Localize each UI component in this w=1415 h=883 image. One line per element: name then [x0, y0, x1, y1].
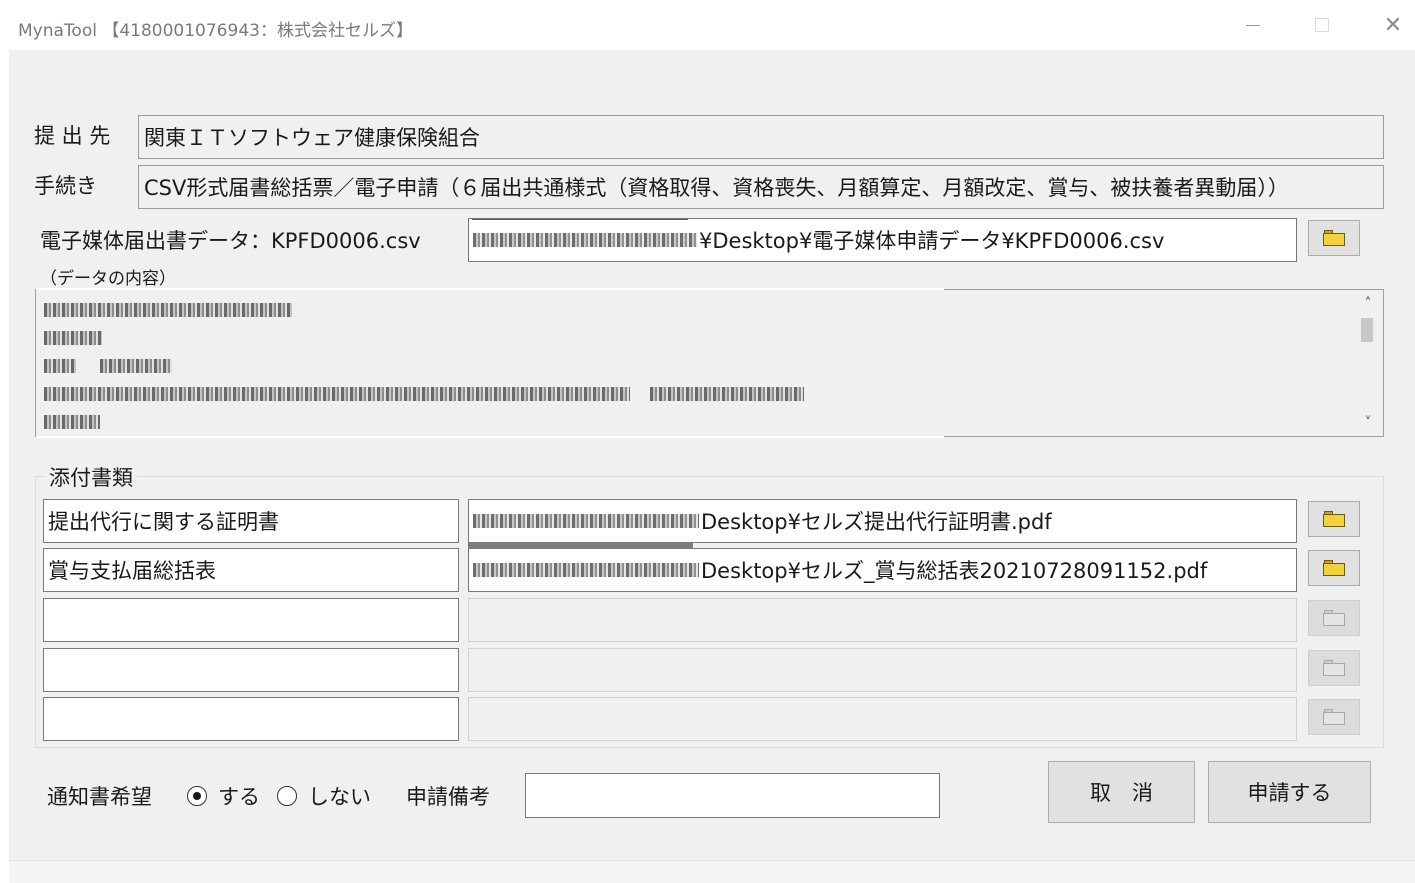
attachment-path-1: Desktop¥セルズ提出代行証明書.pdf: [701, 510, 1052, 534]
scroll-up-icon[interactable]: ˄: [1353, 293, 1383, 315]
scroll-thumb[interactable]: [1361, 318, 1373, 342]
attachment-path-field-5: [468, 697, 1297, 741]
procedure-field: CSV形式届書総括票／電子申請（６届出共通様式（資格取得、資格喪失、月額算定、月…: [138, 165, 1384, 209]
close-button[interactable]: ✕: [1370, 8, 1415, 42]
browse-attachment-button-2[interactable]: [1308, 550, 1360, 586]
attachment-path-field-2[interactable]: Desktop¥セルズ_賞与総括表20210728091152.pdf: [468, 548, 1297, 592]
redacted-path-prefix: [473, 563, 699, 577]
redacted-line: [44, 296, 806, 324]
content-top-edge: [36, 288, 944, 290]
data-content-label: （データの内容）: [40, 269, 176, 289]
remarks-label: 申請備考: [406, 785, 490, 809]
folder-icon: [1323, 230, 1345, 246]
attachment-name-field-3[interactable]: [43, 598, 459, 642]
content-bottom-edge: [36, 436, 944, 438]
scroll-down-icon[interactable]: ˅: [1353, 412, 1383, 434]
media-path-field[interactable]: ¥Desktop¥電子媒体申請データ¥KPFD0006.csv: [468, 218, 1297, 262]
redacted-line: [44, 324, 806, 352]
notice-request-label: 通知書希望: [47, 785, 152, 809]
folder-icon: [1323, 511, 1345, 527]
attachment-name-1: 提出代行に関する証明書: [48, 510, 279, 534]
attachment-path-field-1[interactable]: Desktop¥セルズ提出代行証明書.pdf: [468, 499, 1297, 543]
minimize-icon: [1246, 24, 1260, 26]
submit-to-value: 関東ＩＴソフトウェア健康保険組合: [144, 126, 480, 150]
folder-icon: [1323, 660, 1345, 676]
remarks-input[interactable]: [525, 773, 940, 818]
browse-attachment-button-1[interactable]: [1308, 501, 1360, 537]
redacted-path-prefix: [473, 233, 697, 247]
attachment-name-field-2[interactable]: 賞与支払届総括表: [43, 548, 459, 592]
redacted-content-lines: [44, 296, 806, 436]
procedure-label: 手続き: [34, 174, 97, 198]
data-content-textarea[interactable]: ˄ ˅: [35, 288, 1384, 438]
folder-icon: [1323, 560, 1345, 576]
maximize-icon: [1315, 18, 1329, 32]
apply-button[interactable]: 申請する: [1208, 761, 1371, 823]
browse-attachment-button-4: [1308, 650, 1360, 686]
redacted-path-prefix: [473, 514, 699, 528]
browse-attachment-button-5: [1308, 699, 1360, 735]
maximize-button: [1299, 8, 1345, 42]
vertical-scrollbar[interactable]: ˄ ˅: [1353, 290, 1383, 436]
folder-icon: [1323, 610, 1345, 626]
minimize-button[interactable]: [1230, 8, 1276, 42]
attachment-path-field-3: [468, 598, 1297, 642]
attachment-name-field-5[interactable]: [43, 697, 459, 741]
redaction-mark: [472, 219, 688, 220]
attachment-path-2: Desktop¥セルズ_賞与総括表20210728091152.pdf: [701, 559, 1208, 583]
notice-no-radio[interactable]: [277, 786, 297, 806]
submit-to-label: 提 出 先: [34, 124, 111, 148]
procedure-value: CSV形式届書総括票／電子申請（６届出共通様式（資格取得、資格喪失、月額算定、月…: [144, 176, 1289, 200]
submit-to-field: 関東ＩＴソフトウェア健康保険組合: [138, 115, 1384, 159]
attachment-name-field-4[interactable]: [43, 648, 459, 692]
title-bar: MynaTool 【4180001076943：株式会社セルズ】 ✕: [0, 0, 1415, 50]
folder-icon: [1323, 709, 1345, 725]
window-title: MynaTool 【4180001076943：株式会社セルズ】: [18, 21, 413, 41]
status-strip: [9, 860, 1415, 883]
notice-yes-radio[interactable]: [187, 786, 207, 806]
notice-no-label[interactable]: しない: [308, 781, 371, 811]
media-data-label: 電子媒体届出書データ：KPFD0006.csv: [40, 229, 421, 253]
redacted-line: [44, 408, 806, 436]
attachment-name-2: 賞与支払届総括表: [48, 559, 216, 583]
attachment-path-field-4: [468, 648, 1297, 692]
attachments-legend: 添付書類: [45, 462, 137, 492]
notice-yes-label[interactable]: する: [218, 781, 260, 811]
cancel-button[interactable]: 取 消: [1048, 761, 1195, 823]
media-path-value: ¥Desktop¥電子媒体申請データ¥KPFD0006.csv: [699, 229, 1165, 253]
browse-media-button[interactable]: [1308, 220, 1360, 256]
attachment-name-field-1[interactable]: 提出代行に関する証明書: [43, 499, 459, 543]
close-icon: ✕: [1383, 12, 1403, 38]
redacted-line: [44, 380, 806, 408]
redacted-line: [44, 352, 806, 380]
browse-attachment-button-3: [1308, 600, 1360, 636]
